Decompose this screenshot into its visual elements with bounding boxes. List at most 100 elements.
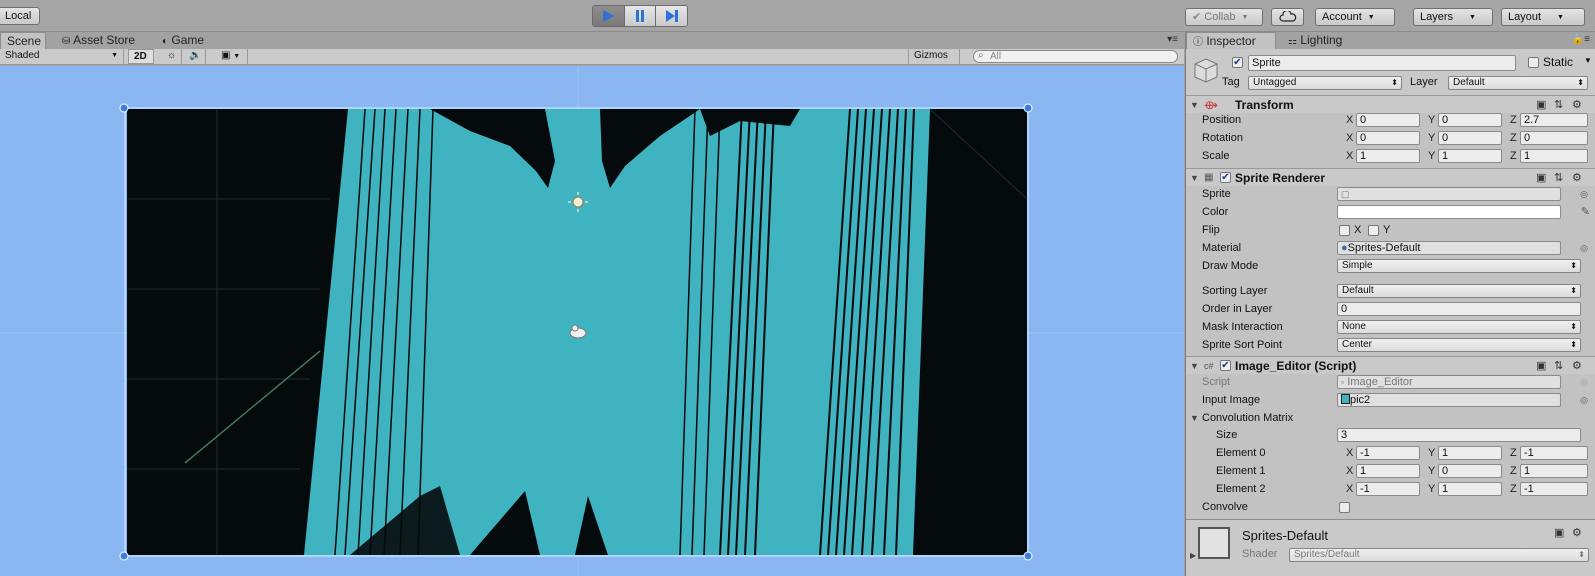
rect-handle-bottom-right[interactable]	[1023, 551, 1033, 561]
sprite-renderer-header[interactable]: ▼ ▦ ✔ Sprite Renderer ▣ ⇅ ⚙	[1186, 168, 1595, 186]
active-checkbox[interactable]: ✔	[1232, 57, 1243, 68]
scale-y-field[interactable]: 1	[1438, 149, 1502, 163]
preset-icon[interactable]: ⇅	[1554, 357, 1563, 375]
rotation-label: Rotation	[1202, 132, 1243, 144]
static-checkbox[interactable]	[1528, 57, 1539, 68]
help-icon[interactable]: ▣	[1536, 357, 1546, 375]
eyedropper-icon[interactable]: ✎	[1581, 204, 1590, 221]
panel-menu-icon[interactable]: ▾≡	[1167, 34, 1178, 45]
chevron-down-icon[interactable]: ▼	[1584, 56, 1592, 65]
element-label: Element 1	[1216, 465, 1266, 477]
foldout-expanded-icon: ▼	[1190, 361, 1199, 371]
element-z-field[interactable]: -1	[1520, 446, 1588, 460]
sorting-layer-row: Sorting Layer Default ⬍	[1186, 283, 1595, 300]
element-y-field[interactable]: 1	[1438, 482, 1502, 496]
gear-icon[interactable]: ⚙	[1572, 357, 1582, 375]
layout-dropdown[interactable]: Layout ▼	[1501, 8, 1585, 26]
cloud-button[interactable]	[1271, 8, 1304, 26]
image-editor-header[interactable]: ▼ c# ✔ Image_Editor (Script) ▣ ⇅ ⚙	[1186, 356, 1595, 374]
account-dropdown[interactable]: Account ▼	[1315, 8, 1395, 26]
help-icon[interactable]: ▣	[1536, 169, 1546, 187]
chevron-down-icon: ▼	[1469, 14, 1476, 21]
shader-dropdown[interactable]: Sprites/Default ⬍	[1289, 548, 1589, 562]
object-name-field[interactable]: Sprite	[1248, 55, 1516, 71]
element-y-field[interactable]: 1	[1438, 446, 1502, 460]
tab-scene[interactable]: Scene	[0, 32, 46, 49]
draw-mode-dropdown[interactable]: Simple ⬍	[1337, 259, 1581, 273]
gizmos-dropdown[interactable]: Gizmos ▼	[908, 49, 960, 74]
rotation-x-field[interactable]: 0	[1356, 131, 1420, 145]
tag-dropdown[interactable]: Untagged ⬍	[1248, 76, 1402, 90]
element-x-field[interactable]: -1	[1356, 482, 1420, 496]
step-button[interactable]	[656, 6, 687, 26]
position-y-field[interactable]: 0	[1438, 113, 1502, 127]
lock-icon[interactable]: 🔒≡	[1572, 34, 1590, 45]
preset-icon[interactable]: ⇅	[1554, 169, 1563, 187]
layer-dropdown[interactable]: Default ⬍	[1448, 76, 1588, 90]
help-icon[interactable]: ▣	[1554, 526, 1564, 539]
rect-handle-top-right[interactable]	[1023, 103, 1033, 113]
scene-lighting-toggle[interactable]: ☼	[162, 49, 182, 64]
material-object-field[interactable]: ●Sprites-Default	[1337, 241, 1561, 255]
layers-dropdown[interactable]: Layers ▼	[1413, 8, 1493, 26]
gear-icon[interactable]: ⚙	[1572, 526, 1582, 539]
convolution-matrix-row[interactable]: ▼ Convolution Matrix	[1186, 410, 1595, 427]
scene-canvas[interactable]	[0, 66, 1184, 576]
sprite-object-field[interactable]: ▢	[1337, 187, 1561, 201]
scale-z-field[interactable]: 1	[1520, 149, 1588, 163]
rotation-y-field[interactable]: 0	[1438, 131, 1502, 145]
object-picker-icon[interactable]: ◎	[1580, 186, 1588, 203]
convolve-checkbox[interactable]	[1339, 502, 1350, 513]
scene-effects-dropdown[interactable]: ▣ ▼	[216, 49, 248, 64]
scene-search-input[interactable]: ⌕ All	[973, 50, 1178, 63]
pivot-space-button[interactable]: Local	[0, 7, 40, 25]
tab-lighting[interactable]: ⚏ Lighting	[1282, 32, 1348, 49]
tab-game[interactable]: ◐ Game	[156, 32, 210, 49]
shading-mode-dropdown[interactable]: Shaded ▼	[0, 49, 124, 64]
rect-handle-top-left[interactable]	[119, 103, 129, 113]
collab-dropdown[interactable]: ✔ Collab ▼	[1185, 8, 1263, 26]
element-z-field[interactable]: 1	[1520, 464, 1588, 478]
2d-mode-toggle[interactable]: 2D	[128, 49, 154, 64]
axis-x-label: X	[1346, 132, 1354, 144]
input-image-field[interactable]: pic2	[1337, 393, 1561, 407]
flip-y-label: Y	[1383, 224, 1391, 236]
image-editor-enabled-checkbox[interactable]: ✔	[1220, 360, 1231, 371]
flip-y-checkbox[interactable]	[1368, 225, 1379, 236]
color-swatch[interactable]	[1337, 205, 1561, 219]
rotation-z-field[interactable]: 0	[1520, 131, 1588, 145]
rect-handle-bottom-left[interactable]	[119, 551, 129, 561]
scene-viewport[interactable]	[0, 66, 1184, 576]
order-in-layer-field[interactable]: 0	[1337, 302, 1581, 316]
sprite-renderer-enabled-checkbox[interactable]: ✔	[1220, 172, 1231, 183]
flip-x-checkbox[interactable]	[1339, 225, 1350, 236]
scale-x-field[interactable]: 1	[1356, 149, 1420, 163]
sorting-layer-dropdown[interactable]: Default ⬍	[1337, 284, 1581, 298]
layers-label: Layers	[1420, 11, 1454, 23]
element-y-field[interactable]: 0	[1438, 464, 1502, 478]
position-x-field[interactable]: 0	[1356, 113, 1420, 127]
pause-button[interactable]	[624, 6, 657, 26]
mask-interaction-dropdown[interactable]: None ⬍	[1337, 320, 1581, 334]
tab-inspector[interactable]: ⓘ Inspector	[1186, 32, 1276, 49]
element-z-field[interactable]: -1	[1520, 482, 1588, 496]
gear-icon[interactable]: ⚙	[1572, 169, 1582, 187]
tab-asset-store[interactable]: ⛁ Asset Store	[56, 32, 141, 49]
object-picker-icon[interactable]: ◎	[1580, 240, 1588, 257]
play-button[interactable]	[593, 6, 625, 26]
element-x-field[interactable]: 1	[1356, 464, 1420, 478]
scene-audio-toggle[interactable]: 🔈	[184, 49, 206, 64]
position-row: Position X 0 Y 0 Z 2.7	[1186, 112, 1595, 129]
size-value: 3	[1341, 429, 1348, 441]
sprite-sort-point-dropdown[interactable]: Center ⬍	[1337, 338, 1581, 352]
object-picker-icon[interactable]: ◎	[1580, 392, 1588, 409]
mask-interaction-label: Mask Interaction	[1202, 321, 1283, 333]
position-z-field[interactable]: 2.7	[1520, 113, 1588, 127]
sprite-row: Sprite ▢ ◎	[1186, 186, 1595, 203]
script-label: Script	[1202, 376, 1231, 388]
foldout-collapsed-icon[interactable]: ▶	[1190, 551, 1196, 560]
size-field[interactable]: 3	[1337, 428, 1581, 442]
element-x-field[interactable]: -1	[1356, 446, 1420, 460]
transform-header[interactable]: ▼ ⟴ Transform ▣ ⇅ ⚙	[1186, 95, 1595, 113]
sprite-sort-point-label: Sprite Sort Point	[1202, 339, 1283, 351]
